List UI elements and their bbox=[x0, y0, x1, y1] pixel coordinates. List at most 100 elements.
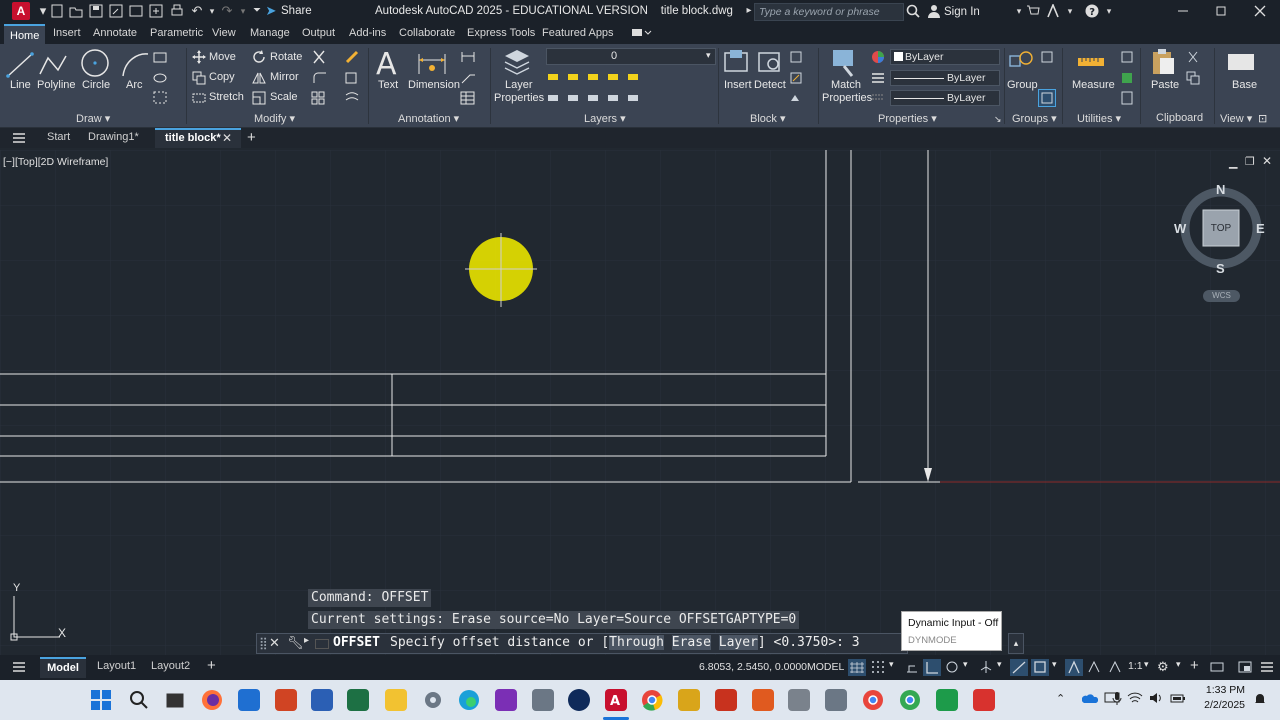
rotate-icon[interactable] bbox=[252, 50, 266, 67]
ortho-mode-icon[interactable] bbox=[923, 659, 941, 676]
firefox-icon[interactable] bbox=[201, 689, 223, 711]
tab-layout2[interactable]: Layout2 bbox=[151, 660, 190, 672]
workspace-gear-icon[interactable]: ⚙︎ bbox=[1157, 659, 1169, 675]
scale-chevron-icon[interactable]: ▾ bbox=[1144, 659, 1149, 670]
minimize-icon[interactable] bbox=[1176, 4, 1190, 18]
stretch-button[interactable]: Stretch bbox=[209, 91, 244, 103]
polar-tracking-icon[interactable] bbox=[945, 660, 959, 677]
gradient-tool-icon[interactable] bbox=[153, 91, 169, 108]
snap-chevron-icon[interactable]: ▾ bbox=[889, 659, 894, 670]
layer-tools-row-icon[interactable] bbox=[546, 70, 642, 87]
text-icon[interactable]: A bbox=[375, 47, 401, 82]
tray-overflow-icon[interactable]: ⌃ bbox=[1056, 692, 1065, 705]
tab-express-tools[interactable]: Express Tools bbox=[467, 27, 535, 39]
viewport-controls-label[interactable]: [−][Top][2D Wireframe] bbox=[3, 156, 108, 168]
block-create-icon[interactable] bbox=[789, 50, 805, 67]
layer-properties-label-1[interactable]: Layer bbox=[505, 79, 533, 91]
tab-drawing1[interactable]: Drawing1* bbox=[88, 131, 139, 143]
powerpoint-icon[interactable] bbox=[275, 689, 297, 711]
tab-add-ins[interactable]: Add-ins bbox=[349, 27, 386, 39]
save-icon[interactable] bbox=[89, 4, 103, 18]
layout-menu-icon[interactable] bbox=[12, 660, 26, 677]
tab-manage[interactable]: Manage bbox=[250, 27, 290, 39]
draw-panel-label[interactable]: Draw ▾ bbox=[76, 112, 110, 125]
help-icon[interactable]: ? bbox=[1085, 4, 1099, 18]
linetype-dropdown[interactable]: ByLayer bbox=[890, 90, 1000, 106]
paste-button[interactable]: Paste bbox=[1151, 79, 1179, 91]
word-icon[interactable] bbox=[311, 689, 333, 711]
command-close-icon[interactable]: ✕ bbox=[269, 635, 280, 651]
arc-button[interactable]: Arc bbox=[126, 79, 143, 91]
properties-launcher-icon[interactable]: ↘ bbox=[994, 114, 1002, 125]
copy-button[interactable]: Copy bbox=[209, 71, 235, 83]
autocad-electrical-icon[interactable] bbox=[678, 689, 700, 711]
calculator-icon[interactable] bbox=[1120, 91, 1134, 108]
volume-icon[interactable] bbox=[1149, 691, 1165, 708]
wcs-menu[interactable]: WCS bbox=[1203, 290, 1240, 302]
linear-dim-icon[interactable] bbox=[460, 50, 476, 67]
move-icon[interactable] bbox=[192, 50, 206, 67]
autodesk-a360-icon[interactable] bbox=[1046, 2, 1060, 18]
base-view-icon[interactable] bbox=[1226, 50, 1256, 77]
option-erase[interactable]: Erase bbox=[671, 635, 711, 650]
tab-home[interactable]: Home bbox=[4, 24, 46, 44]
microphone-icon[interactable] bbox=[1111, 691, 1123, 710]
option-through[interactable]: Through bbox=[609, 635, 664, 650]
annotation-panel-label[interactable]: Annotation ▾ bbox=[398, 112, 459, 125]
new-file-icon[interactable] bbox=[50, 4, 64, 18]
match-properties-icon[interactable] bbox=[830, 48, 860, 81]
dynamic-input-icon[interactable] bbox=[905, 660, 919, 677]
detect-icon[interactable] bbox=[756, 48, 784, 79]
dimension-button[interactable]: Dimension bbox=[408, 79, 460, 91]
copy-icon[interactable] bbox=[192, 71, 206, 88]
web-mobile-icon[interactable] bbox=[129, 4, 143, 18]
layer-properties-label-2[interactable]: Properties bbox=[494, 92, 544, 104]
maximize-icon[interactable] bbox=[1214, 4, 1228, 18]
grid-toggle-icon[interactable] bbox=[848, 659, 866, 676]
model-space-button[interactable]: MODEL bbox=[807, 661, 844, 673]
clock-date[interactable]: 2/2/2025 bbox=[1199, 699, 1245, 711]
compass-east[interactable]: E bbox=[1256, 221, 1265, 236]
tab-start[interactable]: Start bbox=[47, 131, 70, 143]
hatch-tool-icon[interactable] bbox=[153, 71, 169, 88]
line-button[interactable]: Line bbox=[10, 79, 31, 91]
close-icon[interactable] bbox=[1253, 4, 1267, 18]
tab-insert[interactable]: Insert bbox=[53, 27, 81, 39]
user-icon[interactable] bbox=[927, 4, 941, 18]
edge-icon[interactable] bbox=[458, 689, 480, 711]
customization-menu-icon[interactable] bbox=[1260, 660, 1274, 677]
block-attr-icon[interactable] bbox=[789, 91, 805, 108]
search-taskbar-icon[interactable] bbox=[128, 689, 150, 711]
insert-button[interactable]: Insert bbox=[724, 79, 752, 91]
viewport-close-icon[interactable]: ✕ bbox=[1262, 154, 1272, 168]
text-button[interactable]: Text bbox=[378, 79, 398, 91]
tab-output[interactable]: Output bbox=[302, 27, 335, 39]
group-button[interactable]: Group bbox=[1007, 79, 1038, 91]
green-app-icon[interactable] bbox=[936, 689, 958, 711]
sign-in-button[interactable]: Sign In bbox=[944, 6, 980, 18]
command-line[interactable]: ⣿ ✕ 🔧︎ ▸ OFFSET Specify offset distance … bbox=[256, 633, 908, 654]
paste-icon[interactable] bbox=[1150, 48, 1178, 81]
circle-tool-icon[interactable] bbox=[80, 48, 110, 81]
option-layer[interactable]: Layer bbox=[718, 635, 758, 650]
array-icon[interactable] bbox=[344, 71, 360, 88]
save-as-icon[interactable] bbox=[109, 4, 123, 18]
fullscreen-icon[interactable] bbox=[1238, 660, 1252, 677]
quick-select-icon[interactable] bbox=[1120, 71, 1134, 88]
tab-model[interactable]: Model bbox=[40, 657, 86, 678]
viewcube-top-face[interactable]: TOP bbox=[1209, 223, 1233, 234]
autocad-taskbar-icon[interactable]: A bbox=[605, 689, 627, 711]
copy-clip-icon[interactable] bbox=[1186, 71, 1200, 88]
coordinates-readout[interactable]: 6.8053, 2.5450, 0.0000 bbox=[699, 661, 807, 673]
base-button[interactable]: Base bbox=[1232, 79, 1257, 91]
snap-mode-icon[interactable] bbox=[871, 660, 885, 677]
search-icon[interactable] bbox=[906, 4, 920, 18]
object-snap-tracking-icon[interactable] bbox=[1010, 659, 1028, 676]
command-history-toggle-icon[interactable]: ▴ bbox=[1008, 633, 1024, 654]
ungroup-icon[interactable] bbox=[1040, 50, 1054, 67]
drawing-area[interactable] bbox=[0, 150, 1280, 655]
tab-title-block[interactable]: title block* ✕ bbox=[155, 128, 241, 148]
id-point-icon[interactable] bbox=[1120, 50, 1134, 67]
circle-button[interactable]: Circle bbox=[82, 79, 110, 91]
properties-panel-label[interactable]: Properties ▾ bbox=[878, 112, 937, 125]
